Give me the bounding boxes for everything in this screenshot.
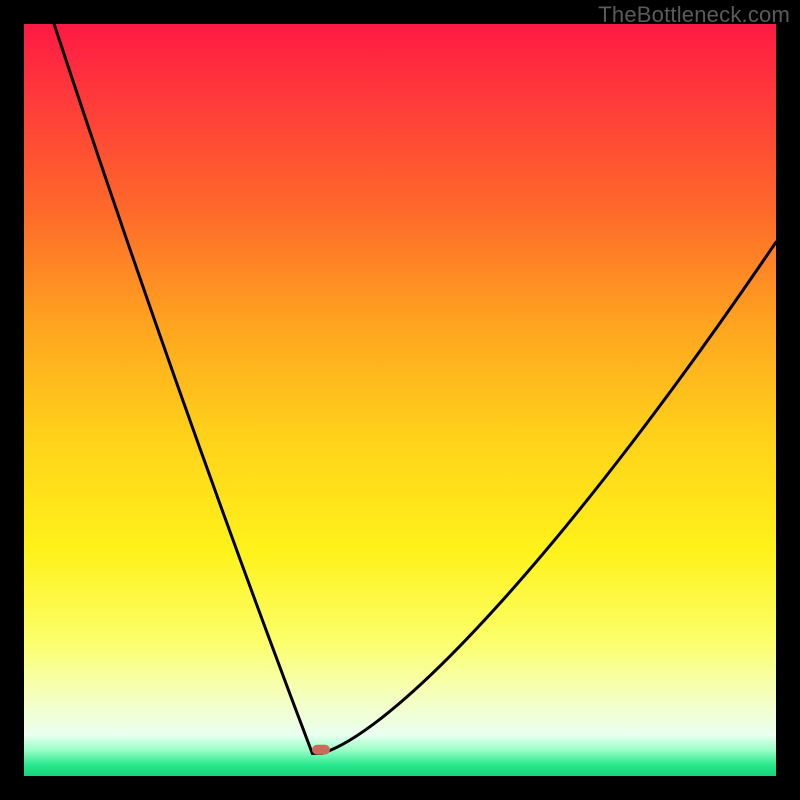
bottleneck-chart: [24, 24, 776, 776]
chart-container: TheBottleneck.com: [0, 0, 800, 800]
optimum-marker: [312, 745, 330, 755]
watermark-text: TheBottleneck.com: [598, 2, 790, 28]
